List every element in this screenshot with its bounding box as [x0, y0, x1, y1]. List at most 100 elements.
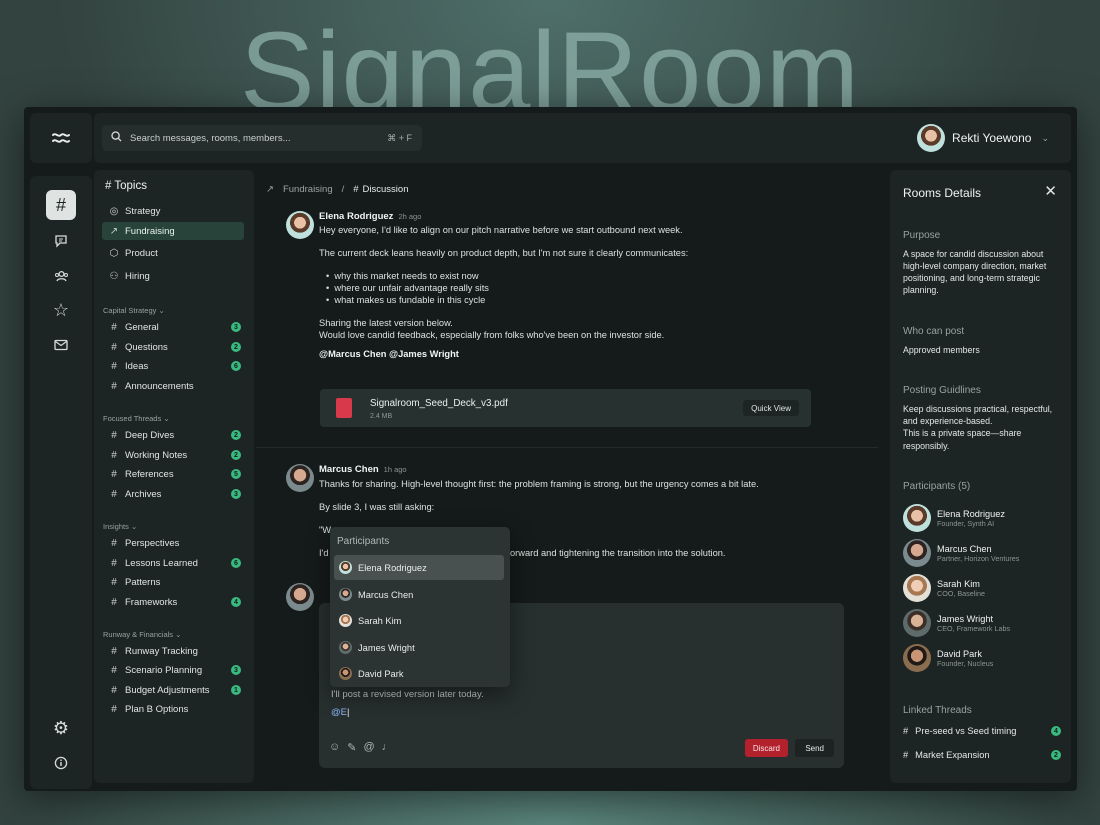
at-mention-icon[interactable]: @ — [363, 741, 374, 754]
message-author[interactable]: Marcus Chen — [319, 464, 379, 476]
avatar — [903, 644, 931, 672]
user-menu[interactable]: Rekti Yoewono ⌄ — [917, 124, 1049, 152]
sidebar-item-label: General — [125, 321, 159, 333]
discard-button[interactable]: Discard — [744, 739, 788, 757]
unread-badge: 2 — [231, 450, 241, 460]
avatar — [903, 504, 931, 532]
sidebar-item-budget-adjustments[interactable]: # Budget Adjustments 1 — [102, 681, 244, 699]
hash-rooms-icon[interactable]: # — [46, 190, 76, 220]
sidebar-item-scenario-planning[interactable]: # Scenario Planning 3 — [102, 661, 244, 679]
linked-thread[interactable]: # Pre-seed vs Seed timing 4 — [903, 726, 1061, 736]
settings-gear-icon[interactable]: ⚙ — [46, 713, 76, 743]
sidebar-item-label: Patterns — [125, 576, 161, 588]
sidebar-item-runway-tracking[interactable]: # Runway Tracking — [102, 642, 244, 660]
hash-icon: # — [111, 684, 117, 696]
sidebar-item-frameworks[interactable]: # Frameworks 4 — [102, 593, 244, 611]
close-icon[interactable]: ✕ — [1044, 182, 1057, 200]
unread-badge: 2 — [231, 430, 241, 440]
sidebar-item-ideas[interactable]: # Ideas 6 — [102, 357, 244, 375]
mention-option[interactable]: James Wright — [334, 635, 504, 660]
sidebar-item-patterns[interactable]: # Patterns — [102, 573, 244, 591]
avatar — [339, 614, 352, 627]
group-header[interactable]: Capital Strategy ⌄ — [103, 306, 165, 315]
sidebar-item-announcements[interactable]: # Announcements — [102, 377, 244, 395]
sidebar-item-general[interactable]: # General 3 — [102, 318, 244, 336]
mention-option[interactable]: Sarah Kim — [334, 608, 504, 633]
participant-row[interactable]: David Park Founder, Nucleus — [903, 644, 993, 672]
avatar — [339, 588, 352, 601]
mentions[interactable]: @Marcus Chen @James Wright — [319, 348, 839, 360]
mail-icon[interactable] — [46, 330, 76, 360]
hash-icon: # — [903, 750, 909, 760]
sidebar-item-plan-b-options[interactable]: # Plan B Options — [102, 700, 244, 718]
guideline-line: This is a private space—share — [903, 428, 1022, 438]
sidebar-item-deep-dives[interactable]: # Deep Dives 2 — [102, 426, 244, 444]
participant-name: Elena Rodriguez — [937, 508, 1005, 519]
sidebar-item-references[interactable]: # References 5 — [102, 465, 244, 483]
group-header[interactable]: Focused Threads ⌄ — [103, 414, 170, 423]
app-logo[interactable] — [30, 113, 92, 163]
message-divider — [256, 447, 878, 448]
emoji-icon[interactable]: ☺ — [329, 741, 340, 754]
sidebar-item-label: Ideas — [125, 360, 149, 372]
participant-row[interactable]: Sarah Kim COO, Baseline — [903, 574, 985, 602]
sidebar-item-label: Budget Adjustments — [125, 684, 210, 696]
avatar — [903, 609, 931, 637]
search-placeholder: Search messages, rooms, members... — [130, 132, 291, 144]
send-button[interactable]: Send — [795, 739, 834, 757]
sidebar-item-label: Perspectives — [125, 537, 180, 549]
participant-role: COO, Baseline — [937, 588, 985, 598]
hash-icon: # — [111, 557, 117, 569]
hash-icon: # — [111, 360, 117, 372]
sidebar-item-strategy[interactable]: ◎ Strategy — [102, 202, 244, 220]
sidebar-item-label: Frameworks — [125, 596, 178, 608]
mention-option[interactable]: Elena Rodriguez — [334, 555, 504, 580]
search-input[interactable]: Search messages, rooms, members... ⌘ + F — [102, 125, 422, 151]
participant-row[interactable]: James Wright CEO, Framework Labs — [903, 609, 1010, 637]
info-icon[interactable] — [46, 748, 76, 778]
composer-input[interactable]: @E| — [331, 707, 349, 718]
participant-row[interactable]: Elena Rodriguez Founder, Synth AI — [903, 504, 1005, 532]
hash-icon: # — [111, 449, 117, 461]
sidebar-item-perspectives[interactable]: # Perspectives — [102, 534, 244, 552]
paperclip-icon[interactable]: ✎ — [347, 741, 356, 754]
sidebar-item-archives[interactable]: # Archives 3 — [102, 485, 244, 503]
group-header[interactable]: Runway & Financials ⌄ — [103, 630, 181, 639]
sidebar-item-questions[interactable]: # Questions 2 — [102, 338, 244, 356]
purpose-line: A space for candid discussion about — [903, 249, 1044, 259]
breadcrumb-parent[interactable]: Fundraising — [283, 184, 333, 195]
participant-name: James Wright — [937, 613, 993, 624]
people-icon[interactable] — [46, 261, 76, 291]
sidebar-item-label: References — [125, 468, 174, 480]
microphone-icon[interactable]: ♩ — [382, 741, 393, 754]
avatar — [903, 574, 931, 602]
sidebar-item-hiring[interactable]: ⚇ Hiring — [102, 267, 244, 285]
message-header: Marcus Chen 1h ago — [319, 464, 407, 476]
composer-avatar — [286, 583, 314, 611]
star-icon[interactable]: ☆ — [46, 295, 76, 325]
message-author[interactable]: Elena Rodriguez — [319, 211, 393, 223]
unread-badge: 6 — [231, 361, 241, 371]
breadcrumb-current: Discussion — [362, 184, 409, 195]
box-icon: ⬡ — [109, 247, 119, 259]
sidebar-item-product[interactable]: ⬡ Product — [102, 244, 244, 262]
sidebar-item-label: Strategy — [125, 205, 161, 217]
hash-icon: # — [111, 596, 117, 608]
sidebar-item-lessons-learned[interactable]: # Lessons Learned 6 — [102, 554, 244, 572]
guidelines-heading: Posting Guidlines — [903, 385, 981, 396]
file-attachment[interactable]: Signalroom_Seed_Deck_v3.pdf 2.4 MB Quick… — [320, 389, 811, 427]
avatar — [286, 211, 314, 239]
mention-option[interactable]: Marcus Chen — [334, 582, 504, 607]
sidebar-item-label: Product — [125, 247, 158, 259]
chat-icon[interactable] — [46, 226, 76, 256]
mention-option[interactable]: David Park — [334, 661, 504, 686]
sidebar-item-working-notes[interactable]: # Working Notes 2 — [102, 446, 244, 464]
quick-view-button[interactable]: Quick View — [743, 400, 799, 416]
sidebar-item-fundraising[interactable]: ↗ Fundraising — [102, 222, 244, 240]
participant-role: CEO, Framework Labs — [937, 623, 1011, 633]
participant-row[interactable]: Marcus Chen Partner, Horizon Ventures — [903, 539, 1019, 567]
group-header[interactable]: Insights ⌄ — [103, 522, 137, 531]
linked-thread[interactable]: # Market Expansion 2 — [903, 750, 1061, 760]
mention-option-label: James Wright — [358, 642, 415, 653]
file-name: Signalroom_Seed_Deck_v3.pdf — [370, 398, 508, 409]
